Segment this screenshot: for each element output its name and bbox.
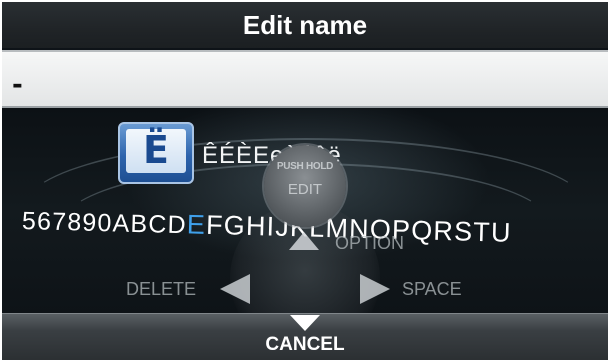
down-arrow-icon[interactable] [290, 315, 320, 331]
title-bar: Edit name [2, 2, 608, 48]
knob-label-bottom: EDIT [287, 181, 323, 198]
page-title: Edit name [242, 9, 368, 40]
navigation-screen: Edit name - Ë ÊÉÈEeèéêë 567890ABCDEFGHIJ… [2, 2, 608, 360]
cancel-label[interactable]: CANCEL [2, 334, 608, 356]
character-row-before: 567890ABCD [21, 207, 188, 240]
selected-character: Ë [143, 128, 169, 172]
right-arrow-icon[interactable] [360, 274, 390, 304]
left-arrow-icon[interactable] [220, 274, 250, 304]
character-row-highlight[interactable]: E [186, 209, 206, 239]
name-input-field[interactable]: - [2, 50, 608, 108]
delete-label[interactable]: DELETE [126, 279, 196, 300]
push-hold-edit-knob[interactable]: PUSH HOLD EDIT [264, 145, 346, 227]
option-label[interactable]: OPTION [335, 233, 404, 254]
space-label[interactable]: SPACE [402, 279, 462, 300]
knob-label-top: PUSH HOLD [276, 161, 334, 172]
name-input-value: - [12, 70, 23, 100]
selected-character-tile[interactable]: Ë [118, 122, 194, 184]
up-arrow-icon[interactable] [289, 232, 319, 250]
